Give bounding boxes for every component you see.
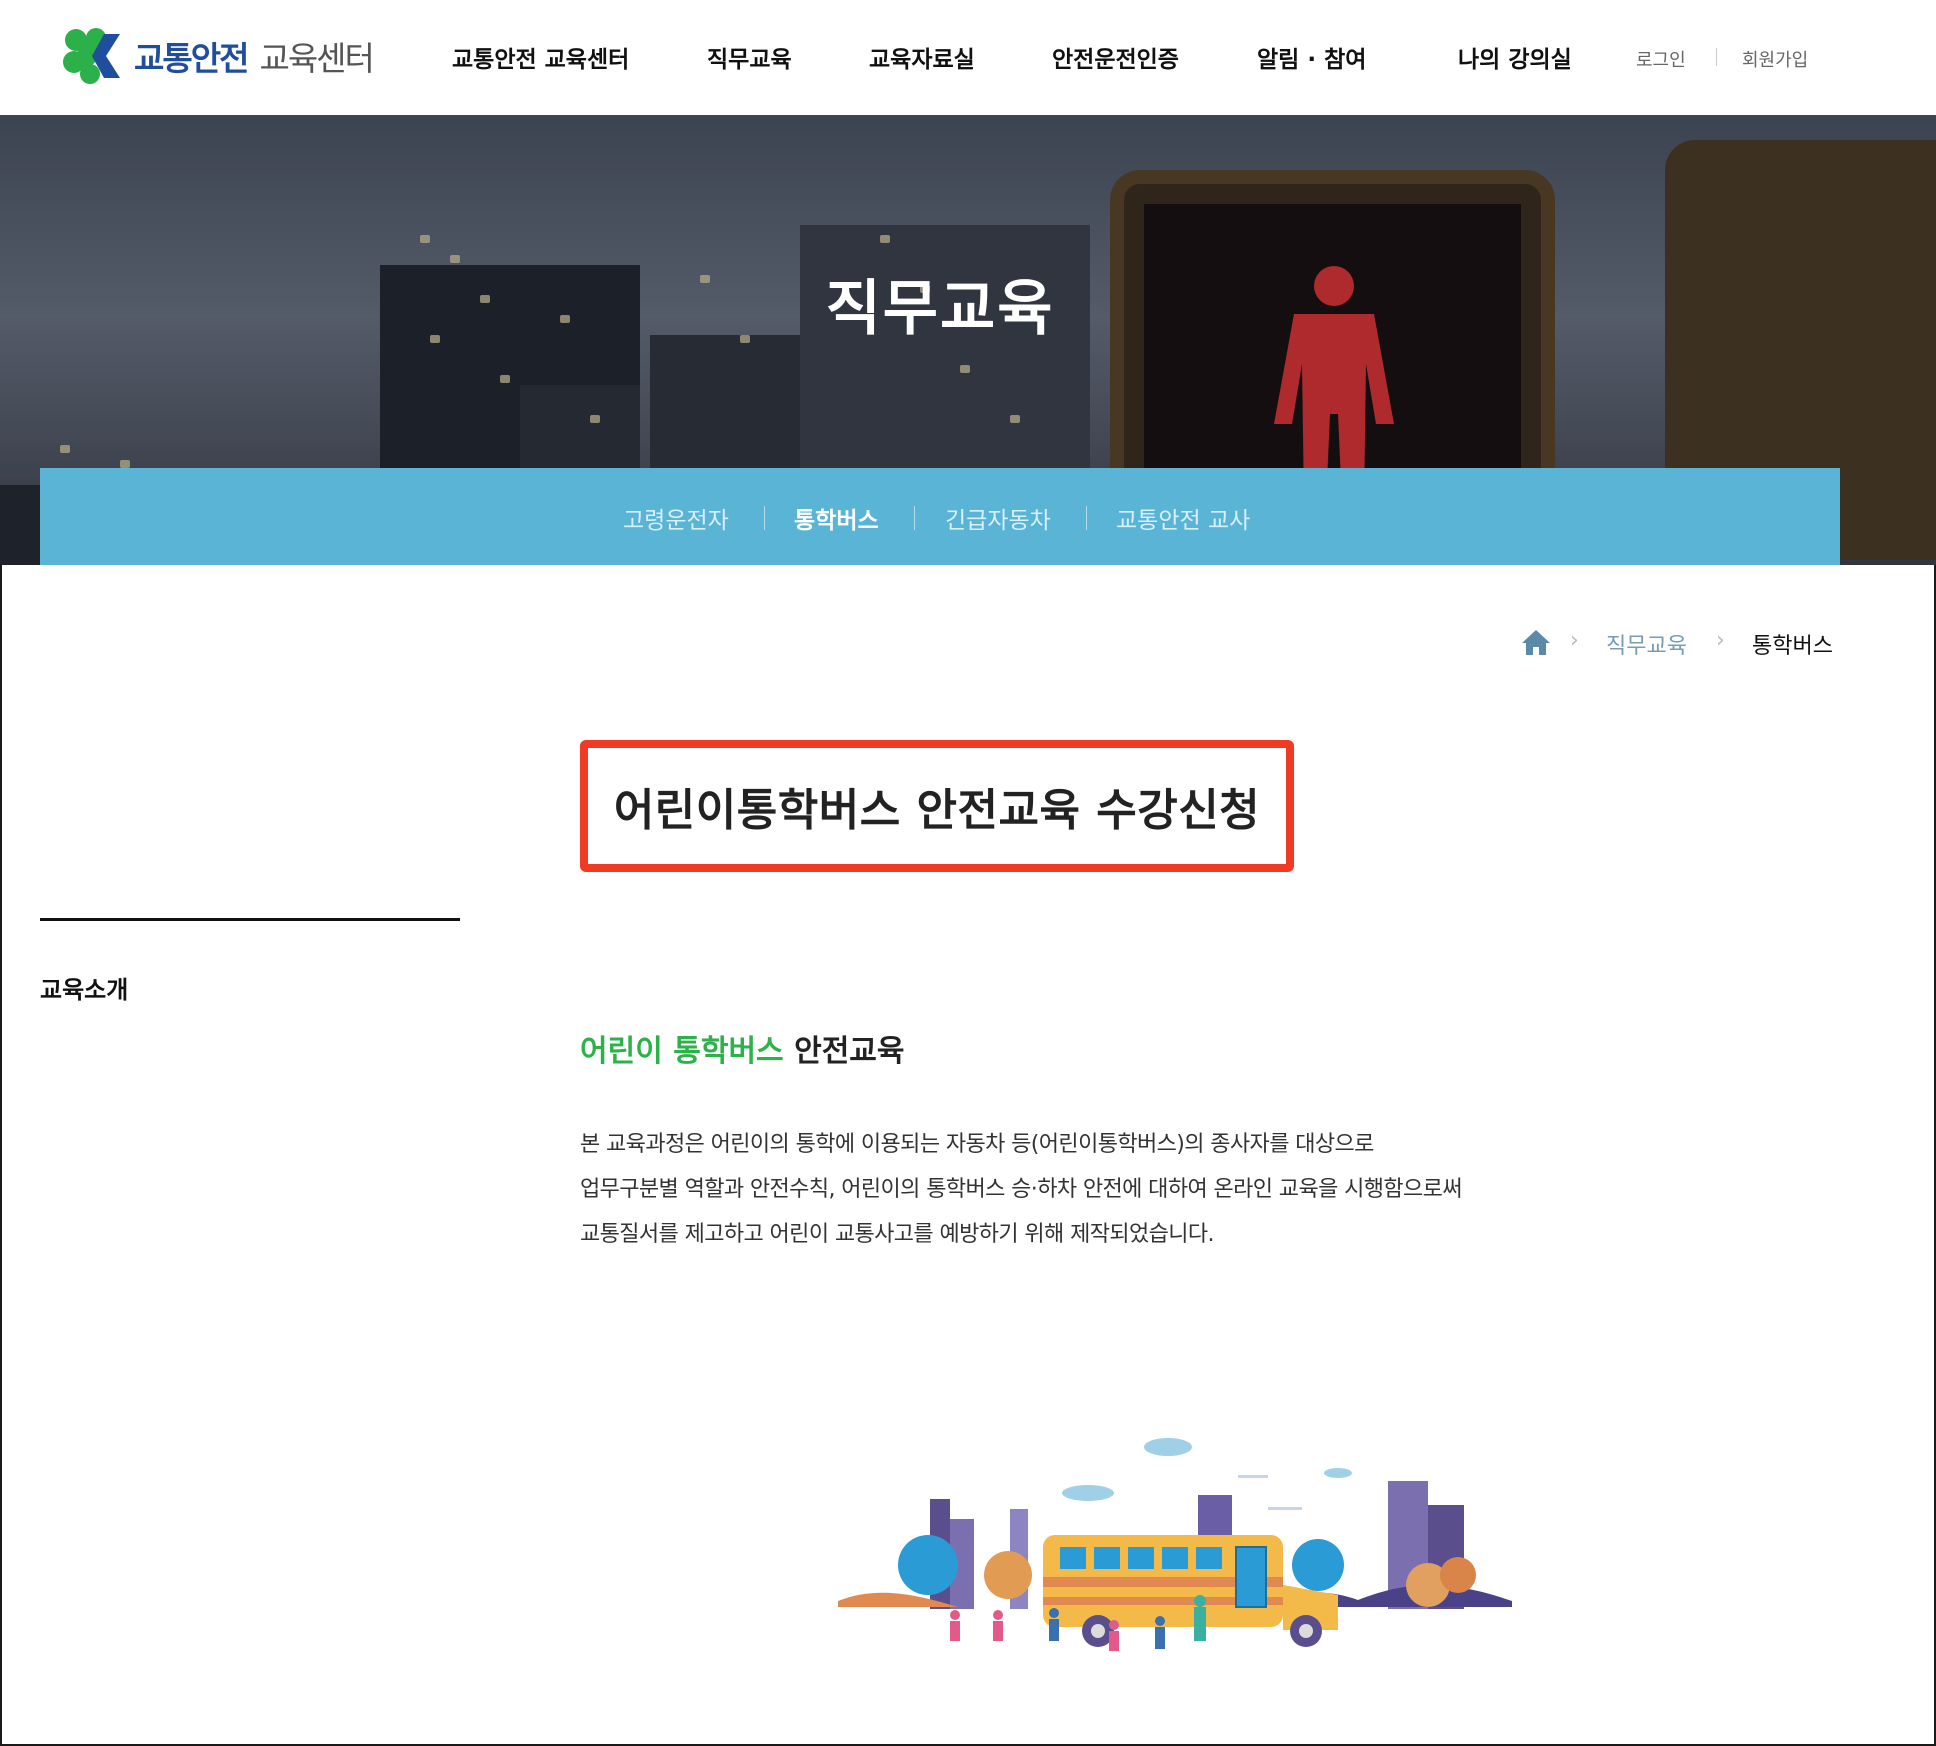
section-title-rest: 안전교육 bbox=[794, 1034, 905, 1069]
subnav-tab-elderly-driver[interactable]: 고령운전자 bbox=[623, 501, 729, 535]
site-header: 교통안전 교육센터 교통안전 교육센터 직무교육 교육자료실 안전운전인증 알림… bbox=[0, 0, 1936, 115]
chevron-right-icon: › bbox=[1570, 628, 1579, 653]
section-title-highlight: 어린이 통학버스 bbox=[580, 1034, 784, 1069]
sub-nav: 고령운전자 통학버스 긴급자동차 교통안전 교사 bbox=[40, 468, 1840, 565]
side-nav-divider bbox=[40, 918, 460, 921]
hero-title: 직무교육 bbox=[825, 274, 1055, 344]
signup-link[interactable]: 회원가입 bbox=[1742, 46, 1808, 72]
school-bus-illustration bbox=[838, 1438, 1512, 1651]
nav-item-resources[interactable]: 교육자료실 bbox=[869, 40, 975, 74]
subnav-tab-safety-teacher[interactable]: 교통안전 교사 bbox=[1116, 501, 1250, 535]
section-title: 어린이 통학버스 안전교육 bbox=[580, 1026, 905, 1070]
breadcrumb-item-job-training[interactable]: 직무교육 bbox=[1606, 628, 1687, 660]
nav-item-safe-driving-cert[interactable]: 안전운전인증 bbox=[1052, 40, 1179, 74]
login-link[interactable]: 로그인 bbox=[1636, 46, 1686, 72]
home-icon[interactable] bbox=[1520, 626, 1552, 658]
nav-item-job-training[interactable]: 직무교육 bbox=[707, 40, 792, 74]
subnav-tab-school-bus[interactable]: 통학버스 bbox=[794, 501, 879, 535]
intro-line: 교통질서를 제고하고 어린이 교통사고를 예방하기 위해 제작되었습니다. bbox=[580, 1222, 1215, 1247]
util-divider bbox=[1716, 48, 1717, 66]
subnav-divider bbox=[1086, 506, 1087, 530]
intro-line: 업무구분별 역할과 안전수칙, 어린이의 통학버스 승·하차 안전에 대하여 온… bbox=[580, 1177, 1463, 1202]
side-nav-item-intro[interactable]: 교육소개 bbox=[40, 970, 128, 1005]
intro-line: 본 교육과정은 어린이의 통학에 이용되는 자동차 등(어린이통학버스)의 종사… bbox=[580, 1132, 1374, 1157]
page-title: 어린이통학버스 안전교육 수강신청 bbox=[613, 785, 1261, 836]
nav-item-my-classroom[interactable]: 나의 강의실 bbox=[1458, 40, 1572, 74]
nav-item-notice[interactable]: 알림 · 참여 bbox=[1257, 40, 1366, 74]
intro-paragraph: 본 교육과정은 어린이의 통학에 이용되는 자동차 등(어린이통학버스)의 종사… bbox=[580, 1122, 1520, 1257]
subnav-divider bbox=[764, 506, 765, 530]
chevron-right-icon: › bbox=[1716, 628, 1725, 653]
page-title-box: 어린이통학버스 안전교육 수강신청 bbox=[580, 740, 1294, 872]
nav-item-education-center[interactable]: 교통안전 교육센터 bbox=[452, 40, 629, 74]
subnav-divider bbox=[914, 506, 915, 530]
breadcrumb-item-current: 통학버스 bbox=[1752, 634, 1833, 659]
subnav-tab-emergency-vehicle[interactable]: 긴급자동차 bbox=[945, 501, 1051, 535]
